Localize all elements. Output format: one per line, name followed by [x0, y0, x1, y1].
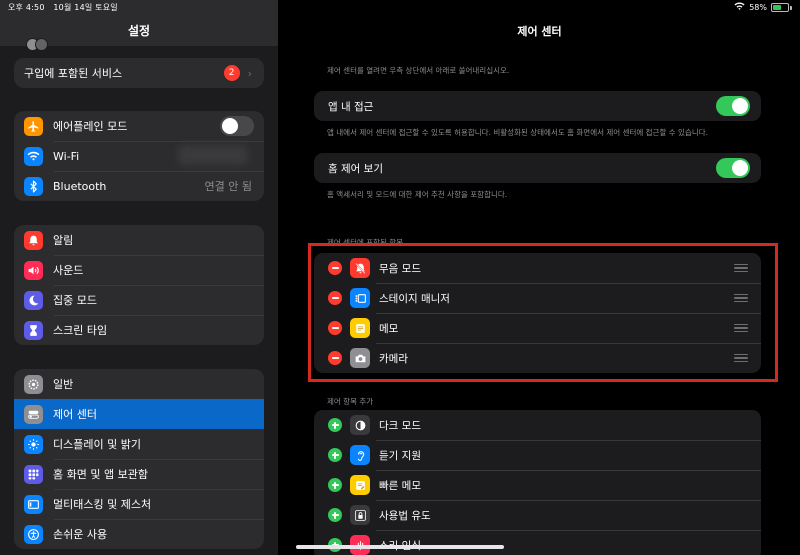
sidebar-item-display-brightness[interactable]: 디스플레이 및 밝기: [14, 429, 264, 459]
home-controls-toggle[interactable]: [716, 158, 750, 178]
ear-icon: [350, 445, 370, 465]
sidebar-item-label: 구입에 포함된 서비스: [24, 67, 123, 80]
control-label: 다크 모드: [379, 419, 421, 432]
sidebar-item-label: 홈 화면 및 앱 보관함: [53, 468, 148, 481]
in-app-access-note: 앱 내에서 제어 센터에 접근할 수 있도록 허용합니다. 비활성화된 상태에서…: [327, 128, 709, 137]
bluetooth-status: 연결 안 됨: [204, 180, 252, 193]
home-controls-card: 홈 제어 보기: [314, 153, 761, 183]
more-controls-list: 다크 모드 듣기 지원 빠른 메모 사용법 유도: [314, 410, 761, 555]
battery-percent: 58%: [749, 3, 767, 12]
wifi-icon: [24, 146, 43, 166]
sidebar-item-label: 사운드: [53, 264, 84, 277]
notification-badge: 2: [223, 65, 240, 81]
airplane-mode-toggle[interactable]: [220, 116, 254, 136]
sidebar-item-focus[interactable]: 집중 모드: [14, 285, 264, 315]
wifi-status-icon: [734, 2, 745, 13]
sidebar-item-label: 멀티태스킹 및 제스처: [53, 498, 152, 511]
home-controls-note: 홈 액세서리 및 모드에 대한 제어 추천 사항을 포함합니다.: [327, 190, 508, 199]
status-time: 오후 4:50: [8, 3, 45, 12]
sidebar-item-home-screen[interactable]: 홈 화면 및 앱 보관함: [14, 459, 264, 489]
sidebar-title: 설정: [127, 24, 151, 38]
add-button[interactable]: [328, 418, 342, 432]
intro-note: 제어 센터를 열려면 우측 상단에서 아래로 쓸어내리십시오.: [327, 66, 510, 75]
purchase-group: 구입에 포함된 서비스 2 ›: [14, 58, 264, 88]
speaker-icon: [24, 260, 43, 280]
sidebar-item-bluetooth[interactable]: Bluetooth 연결 안 됨: [14, 171, 264, 201]
status-bar: 오후 4:50 10월 14일 토요일 58%: [0, 0, 800, 14]
switches-icon: [24, 404, 43, 424]
more-item-sound-recognition[interactable]: 소리 인식: [314, 530, 761, 555]
sidebar-item-purchased-services[interactable]: 구입에 포함된 서비스 2 ›: [14, 58, 264, 88]
hourglass-icon: [24, 320, 43, 340]
status-time-date: 오후 4:50 10월 14일 토요일: [8, 2, 124, 13]
lock-icon: [350, 505, 370, 525]
apps-grid-icon: [24, 464, 43, 484]
sidebar-item-label: 알림: [53, 234, 74, 247]
control-label: 듣기 지원: [379, 449, 421, 462]
in-app-access-row[interactable]: 앱 내 접근: [314, 91, 761, 121]
add-button[interactable]: [328, 478, 342, 492]
add-button[interactable]: [328, 508, 342, 522]
notifications-group: 알림 사운드 집중 모드 스크린 타임: [14, 225, 264, 345]
quick-note-icon: [350, 475, 370, 495]
moon-icon: [24, 290, 43, 310]
sidebar-item-control-center[interactable]: 제어 센터: [14, 399, 264, 429]
in-app-access-label: 앱 내 접근: [328, 100, 374, 113]
sidebar-item-notifications[interactable]: 알림: [14, 225, 264, 255]
page-title: 제어 센터: [517, 25, 562, 38]
home-controls-label: 홈 제어 보기: [328, 162, 383, 175]
home-indicator[interactable]: [296, 545, 504, 549]
more-item-hearing[interactable]: 듣기 지원: [314, 440, 761, 470]
in-app-access-toggle[interactable]: [716, 96, 750, 116]
sidebar-item-multitasking[interactable]: 멀티태스킹 및 제스처: [14, 489, 264, 519]
in-app-access-card: 앱 내 접근: [314, 91, 761, 121]
more-item-quick-note[interactable]: 빠른 메모: [314, 470, 761, 500]
control-center-panel: 제어 센터 제어 센터를 열려면 우측 상단에서 아래로 쓸어내리십시오. 앱 …: [279, 0, 800, 555]
sidebar-item-general[interactable]: 일반: [14, 369, 264, 399]
control-label: 사용법 유도: [379, 509, 431, 522]
sidebar-item-screen-time[interactable]: 스크린 타임: [14, 315, 264, 345]
sidebar-item-label: 제어 센터: [53, 408, 97, 421]
sidebar-item-sounds[interactable]: 사운드: [14, 255, 264, 285]
bell-icon: [24, 230, 43, 250]
more-controls-header: 제어 항목 추가: [327, 397, 374, 406]
more-item-guided-access[interactable]: 사용법 유도: [314, 500, 761, 530]
battery-icon: [771, 3, 789, 12]
settings-sidebar: 설정 구입에 포함된 서비스 2 › 에어플레인 모드 Wi-Fi Blueto…: [0, 0, 278, 555]
gear-icon: [24, 374, 43, 394]
sidebar-item-label: 집중 모드: [53, 294, 97, 307]
sidebar-item-label: Bluetooth: [53, 179, 107, 193]
sun-icon: [24, 434, 43, 454]
sidebar-item-label: 에어플레인 모드: [53, 120, 128, 133]
status-date: 10월 14일 토요일: [53, 3, 118, 12]
sidebar-item-label: 디스플레이 및 밝기: [53, 438, 141, 451]
status-indicators: 58%: [734, 2, 792, 13]
sidebar-item-label: 일반: [53, 378, 74, 391]
sidebar-item-accessibility[interactable]: 손쉬운 사용: [14, 519, 264, 549]
sidebar-item-airplane-mode[interactable]: 에어플레인 모드: [14, 111, 264, 141]
more-item-dark-mode[interactable]: 다크 모드: [314, 410, 761, 440]
home-controls-row[interactable]: 홈 제어 보기: [314, 153, 761, 183]
redacted-wifi-name: [178, 145, 248, 165]
control-label: 빠른 메모: [379, 479, 421, 492]
family-avatars: [26, 38, 48, 51]
bluetooth-icon: [24, 176, 43, 196]
chevron-right-icon: ›: [247, 66, 252, 80]
multitask-icon: [24, 494, 43, 514]
avatar: [35, 38, 48, 51]
general-group: 일반 제어 센터 디스플레이 및 밝기 홈 화면 및 앱 보관함 멀티태스킹 및…: [14, 369, 264, 549]
annotation-highlight-box: [308, 243, 778, 382]
sidebar-item-label: 스크린 타임: [53, 324, 108, 337]
dark-mode-icon: [350, 415, 370, 435]
sidebar-item-label: 손쉬운 사용: [53, 528, 108, 541]
airplane-icon: [24, 116, 43, 136]
add-button[interactable]: [328, 448, 342, 462]
accessibility-icon: [24, 524, 43, 544]
battery-cap: [790, 5, 792, 10]
